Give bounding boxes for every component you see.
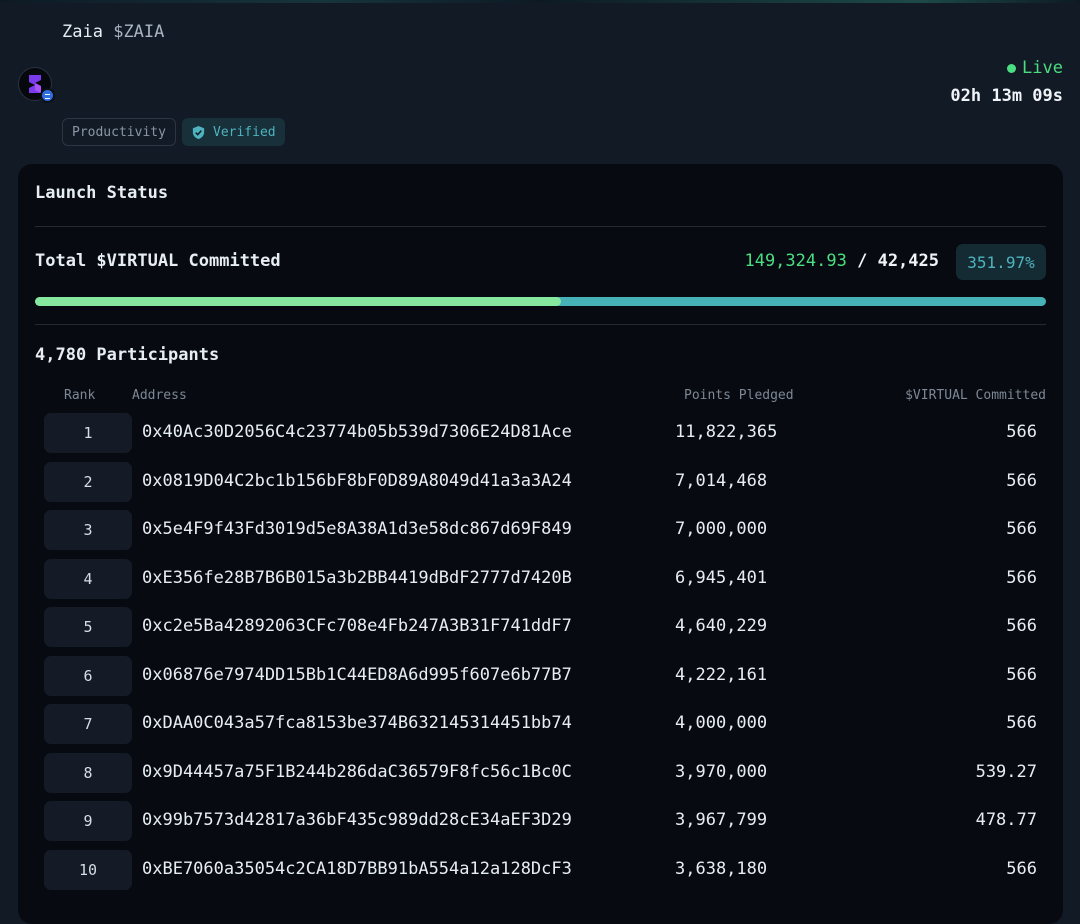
points-cell: 6,945,401 xyxy=(675,567,768,588)
column-header-points: Points Pledged xyxy=(684,388,794,403)
virtual-cell: 566 xyxy=(1006,858,1037,879)
countdown-timer: 02h 13m 09s xyxy=(950,86,1063,106)
table-row[interactable]: 6 0x06876e7974DD15Bb1C44ED8A6d995f607e6b7… xyxy=(18,655,1063,696)
virtual-cell: 566 xyxy=(1006,616,1037,636)
rank-cell: 4 xyxy=(44,558,132,599)
card-title: Launch Status xyxy=(35,183,169,203)
category-tag[interactable]: Productivity xyxy=(62,118,176,146)
virtual-cell: 566 xyxy=(1006,470,1037,491)
divider xyxy=(35,324,1046,325)
table-row[interactable]: 8 0x9D44457a75F1B244b286daC36579F8fc56c1B… xyxy=(18,752,1063,793)
rank-cell: 6 xyxy=(44,655,132,696)
table-row[interactable]: 5 0xc2e5Ba42892063CFc708e4Fb247A3B31F741d… xyxy=(18,607,1063,647)
column-header-rank: Rank xyxy=(64,388,96,403)
virtual-cell: 478.77 xyxy=(975,810,1037,830)
column-header-address: Address xyxy=(132,388,187,403)
committed-amount: 149,324.93 xyxy=(744,251,847,271)
table-row[interactable]: 3 0x5e4F9f43Fd3019d5e8A38A1d3e58dc867d69F… xyxy=(18,510,1063,550)
progress-bar xyxy=(35,297,1046,306)
table-row[interactable]: 2 0x0819D04C2bc1b156bF8bF0D89A8049d41a3a3… xyxy=(18,461,1063,502)
address-cell[interactable]: 0x06876e7974DD15Bb1C44ED8A6d995f607e6b77… xyxy=(142,665,572,685)
virtual-cell: 566 xyxy=(1006,664,1037,685)
address-cell[interactable]: 0xE356fe28B7B6B015a3b2BB4419dBdF2777d742… xyxy=(142,568,572,588)
address-cell[interactable]: 0x0819D04C2bc1b156bF8bF0D89A8049d41a3a3A… xyxy=(142,471,572,491)
virtual-cell: 566 xyxy=(1006,519,1037,539)
points-cell: 7,014,468 xyxy=(675,470,768,491)
verified-label: Verified xyxy=(213,124,276,140)
virtual-cell: 566 xyxy=(1006,422,1037,442)
address-cell[interactable]: 0xBE7060a35054c2CA18D7BB91bA554a12a128Dc… xyxy=(142,859,572,879)
verified-badge: Verified xyxy=(182,118,285,146)
virtual-cell: 539.27 xyxy=(975,761,1037,782)
category-label: Productivity xyxy=(72,124,166,140)
percent-badge: 351.97% xyxy=(956,244,1046,280)
points-cell: 3,970,000 xyxy=(675,761,768,782)
virtual-cell: 566 xyxy=(1006,713,1037,733)
rank-cell: 8 xyxy=(44,752,132,793)
table-row[interactable]: 7 0xDAA0C043a57fca8153be374B632145314451b… xyxy=(18,704,1063,744)
points-cell: 4,000,000 xyxy=(675,713,768,733)
virtual-cell: 566 xyxy=(1006,567,1037,588)
rank-cell: 3 xyxy=(44,510,132,550)
table-row[interactable]: 1 0x40Ac30D2056C4c23774b05b539d7306E24D81… xyxy=(18,413,1063,453)
progress-fill xyxy=(35,297,561,306)
live-label: Live xyxy=(1022,58,1063,78)
token-avatar xyxy=(18,67,55,103)
launch-status-card: Launch Status Total $VIRTUAL Committed 1… xyxy=(18,164,1063,924)
live-dot-icon xyxy=(1007,63,1017,73)
rank-cell: 2 xyxy=(44,461,132,502)
chain-badge-icon xyxy=(40,88,55,103)
participants-count: 4,780 Participants xyxy=(35,345,220,365)
address-cell[interactable]: 0x9D44457a75F1B244b286daC36579F8fc56c1Bc… xyxy=(142,762,572,782)
table-row[interactable]: 4 0xE356fe28B7B6B015a3b2BB4419dBdF2777d74… xyxy=(18,558,1063,599)
rank-cell: 5 xyxy=(44,607,132,647)
rank-cell: 9 xyxy=(44,801,132,841)
column-header-virtual: $VIRTUAL Committed xyxy=(905,388,1046,403)
points-cell: 11,822,365 xyxy=(675,422,778,442)
target-amount: 42,425 xyxy=(877,251,939,271)
divider xyxy=(35,226,1046,227)
rank-cell: 7 xyxy=(44,704,132,744)
address-cell[interactable]: 0xDAA0C043a57fca8153be374B632145314451bb… xyxy=(142,713,572,733)
address-cell[interactable]: 0x99b7573d42817a36bF435c989dd28cE34aEF3D… xyxy=(142,810,572,830)
points-cell: 3,967,799 xyxy=(675,810,768,830)
token-name: Zaia xyxy=(62,22,103,42)
rank-cell: 1 xyxy=(44,413,132,453)
committed-label: Total $VIRTUAL Committed xyxy=(35,251,281,271)
live-status: Live xyxy=(1007,58,1063,78)
token-title: Zaia $ZAIA xyxy=(62,22,164,42)
committed-separator: / xyxy=(857,251,868,271)
address-cell[interactable]: 0xc2e5Ba42892063CFc708e4Fb247A3B31F741dd… xyxy=(142,616,572,636)
verified-shield-icon xyxy=(192,125,205,139)
table-row[interactable]: 10 0xBE7060a35054c2CA18D7BB91bA554a12a128… xyxy=(18,849,1063,890)
points-cell: 7,000,000 xyxy=(675,519,768,539)
top-accent-line xyxy=(0,0,1080,3)
table-row[interactable]: 9 0x99b7573d42817a36bF435c989dd28cE34aEF3… xyxy=(18,801,1063,841)
points-cell: 4,640,229 xyxy=(675,616,768,636)
address-cell[interactable]: 0x40Ac30D2056C4c23774b05b539d7306E24D81A… xyxy=(142,422,572,442)
rank-cell: 10 xyxy=(44,849,132,890)
address-cell[interactable]: 0x5e4F9f43Fd3019d5e8A38A1d3e58dc867d69F8… xyxy=(142,519,572,539)
points-cell: 3,638,180 xyxy=(675,858,768,879)
token-ticker: $ZAIA xyxy=(113,22,165,42)
committed-values: 149,324.93 / 42,425 xyxy=(744,251,939,271)
points-cell: 4,222,161 xyxy=(675,664,768,685)
